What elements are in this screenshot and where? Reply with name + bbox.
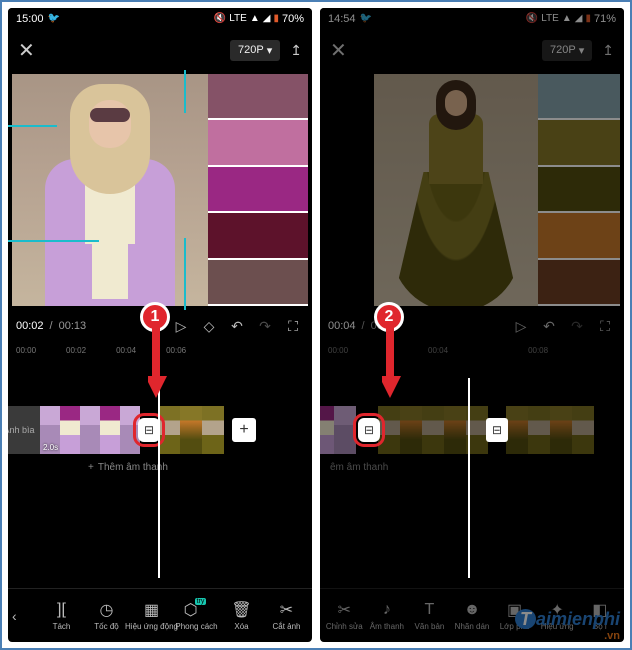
upload-icon: ↥ — [602, 42, 614, 58]
tool-style[interactable]: ⬡tryPhong cách — [175, 601, 218, 631]
transition-1[interactable]: ⊟ — [358, 418, 380, 442]
playhead[interactable] — [158, 378, 160, 578]
lte-icon: LTE — [229, 14, 247, 24]
export-button[interactable]: ↥ — [290, 42, 302, 59]
tool-edit[interactable]: ✂Chỉnh sửa — [324, 601, 365, 631]
redo-button[interactable]: ↷ — [254, 318, 276, 335]
tool-audio[interactable]: ♪Âm thanh — [367, 601, 408, 631]
preview-figure — [12, 74, 208, 306]
color-palette — [208, 74, 308, 306]
editor-header: ✕ 720P▾ ↥ — [320, 30, 624, 70]
mute-icon: 🔇 — [214, 14, 226, 24]
export-button[interactable]: ↥ — [602, 42, 614, 59]
chevron-down-icon: ▾ — [579, 44, 585, 57]
clip-3[interactable] — [506, 406, 596, 454]
tool-text[interactable]: TVăn bản — [409, 601, 450, 631]
tool-sticker[interactable]: ☻Nhãn dán — [452, 601, 493, 631]
color-palette — [538, 74, 620, 306]
playhead[interactable] — [468, 378, 470, 578]
fullscreen-button[interactable]: ⛶ — [282, 318, 304, 335]
tool-delete[interactable]: 🗑Xóa — [220, 601, 263, 631]
watermark: Taimienphi .vn — [515, 609, 620, 642]
cover-clip[interactable]: Ảnh bìa — [8, 406, 40, 454]
timeline-ruler: 00:0000:0400:08 — [320, 342, 624, 358]
signal-icon: ◢ — [575, 14, 583, 24]
fullscreen-button[interactable]: ⛶ — [594, 318, 616, 335]
quality-button[interactable]: 720P ▾ — [230, 40, 280, 61]
chevron-down-icon: ▾ — [267, 44, 273, 57]
tool-crop[interactable]: ✂Cắt ảnh — [265, 601, 308, 631]
time-current: 00:02 — [16, 320, 44, 332]
toolbar-back[interactable]: ‹ — [12, 608, 38, 624]
callout-1: 1 — [140, 302, 170, 332]
status-time: 15:00 — [16, 13, 44, 25]
close-button[interactable]: ✕ — [330, 38, 347, 63]
keyframe-button[interactable]: ◇ — [198, 318, 220, 335]
twitter-icon: 🐦 — [360, 14, 372, 24]
upload-icon: ↥ — [290, 42, 302, 58]
twitter-icon: 🐦 — [48, 14, 60, 24]
left-phone: 15:00 🐦 🔇 LTE ▲ ◢ ▮ 70% ✕ 720P ▾ — [8, 8, 312, 642]
timeline[interactable]: ⊟ ⊟ êm âm thanh 2 — [320, 358, 624, 588]
status-bar: 14:54 🐦 🔇 LTE ▲ ◢ ▮ 71% — [320, 8, 624, 30]
mute-icon: 🔇 — [526, 14, 538, 24]
tool-split[interactable]: ][Tách — [40, 601, 83, 631]
transition-2[interactable]: ⊟ — [486, 418, 508, 442]
status-battery: 71% — [594, 13, 616, 25]
status-bar: 15:00 🐦 🔇 LTE ▲ ◢ ▮ 70% — [8, 8, 312, 30]
preview-area[interactable] — [8, 70, 312, 310]
status-time: 14:54 — [328, 13, 356, 25]
wifi-icon: ▲ — [250, 14, 260, 24]
battery-icon: ▮ — [585, 14, 591, 24]
wifi-icon: ▲ — [562, 14, 572, 24]
add-audio-button[interactable]: êm âm thanh — [330, 462, 388, 473]
add-clip-button[interactable]: + — [232, 418, 256, 442]
transition-1[interactable]: ⊟ — [138, 418, 160, 442]
quality-button[interactable]: 720P▾ — [542, 40, 592, 61]
battery-icon: ▮ — [273, 14, 279, 24]
playback-bar: 00:04 / 00:14 ▷ ↶ ↷ ⛶ — [320, 310, 624, 342]
clip-2[interactable] — [378, 406, 488, 454]
tool-speed[interactable]: ◷Tốc độ — [85, 601, 128, 631]
time-total: 00:13 — [59, 320, 87, 332]
undo-button[interactable]: ↶ — [538, 318, 560, 335]
redo-button[interactable]: ↷ — [566, 318, 588, 335]
add-audio-button[interactable]: + Thêm âm thanh — [88, 462, 168, 473]
signal-icon: ◢ — [263, 14, 271, 24]
preview-figure — [374, 74, 538, 306]
editor-header: ✕ 720P ▾ ↥ — [8, 30, 312, 70]
tool-effect[interactable]: ▦Hiệu ứng động — [130, 601, 173, 631]
preview-area[interactable] — [320, 70, 624, 310]
clip-2[interactable] — [158, 406, 228, 454]
time-current: 00:04 — [328, 320, 356, 332]
lte-icon: LTE — [541, 14, 559, 24]
close-button[interactable]: ✕ — [18, 38, 35, 63]
undo-button[interactable]: ↶ — [226, 318, 248, 335]
timeline[interactable]: Ảnh bìa 2.0s ⊟ + + Thêm âm thanh 1 — [8, 358, 312, 588]
bottom-toolbar: ‹ ][Tách ◷Tốc độ ▦Hiệu ứng động ⬡tryPhon… — [8, 588, 312, 642]
clip-1[interactable]: 2.0s — [40, 406, 140, 454]
callout-2: 2 — [374, 302, 404, 332]
status-battery: 70% — [282, 13, 304, 25]
play-button[interactable]: ▷ — [510, 318, 532, 335]
right-phone: 14:54 🐦 🔇 LTE ▲ ◢ ▮ 71% ✕ 720P▾ — [320, 8, 624, 642]
clip-1[interactable] — [320, 406, 360, 454]
